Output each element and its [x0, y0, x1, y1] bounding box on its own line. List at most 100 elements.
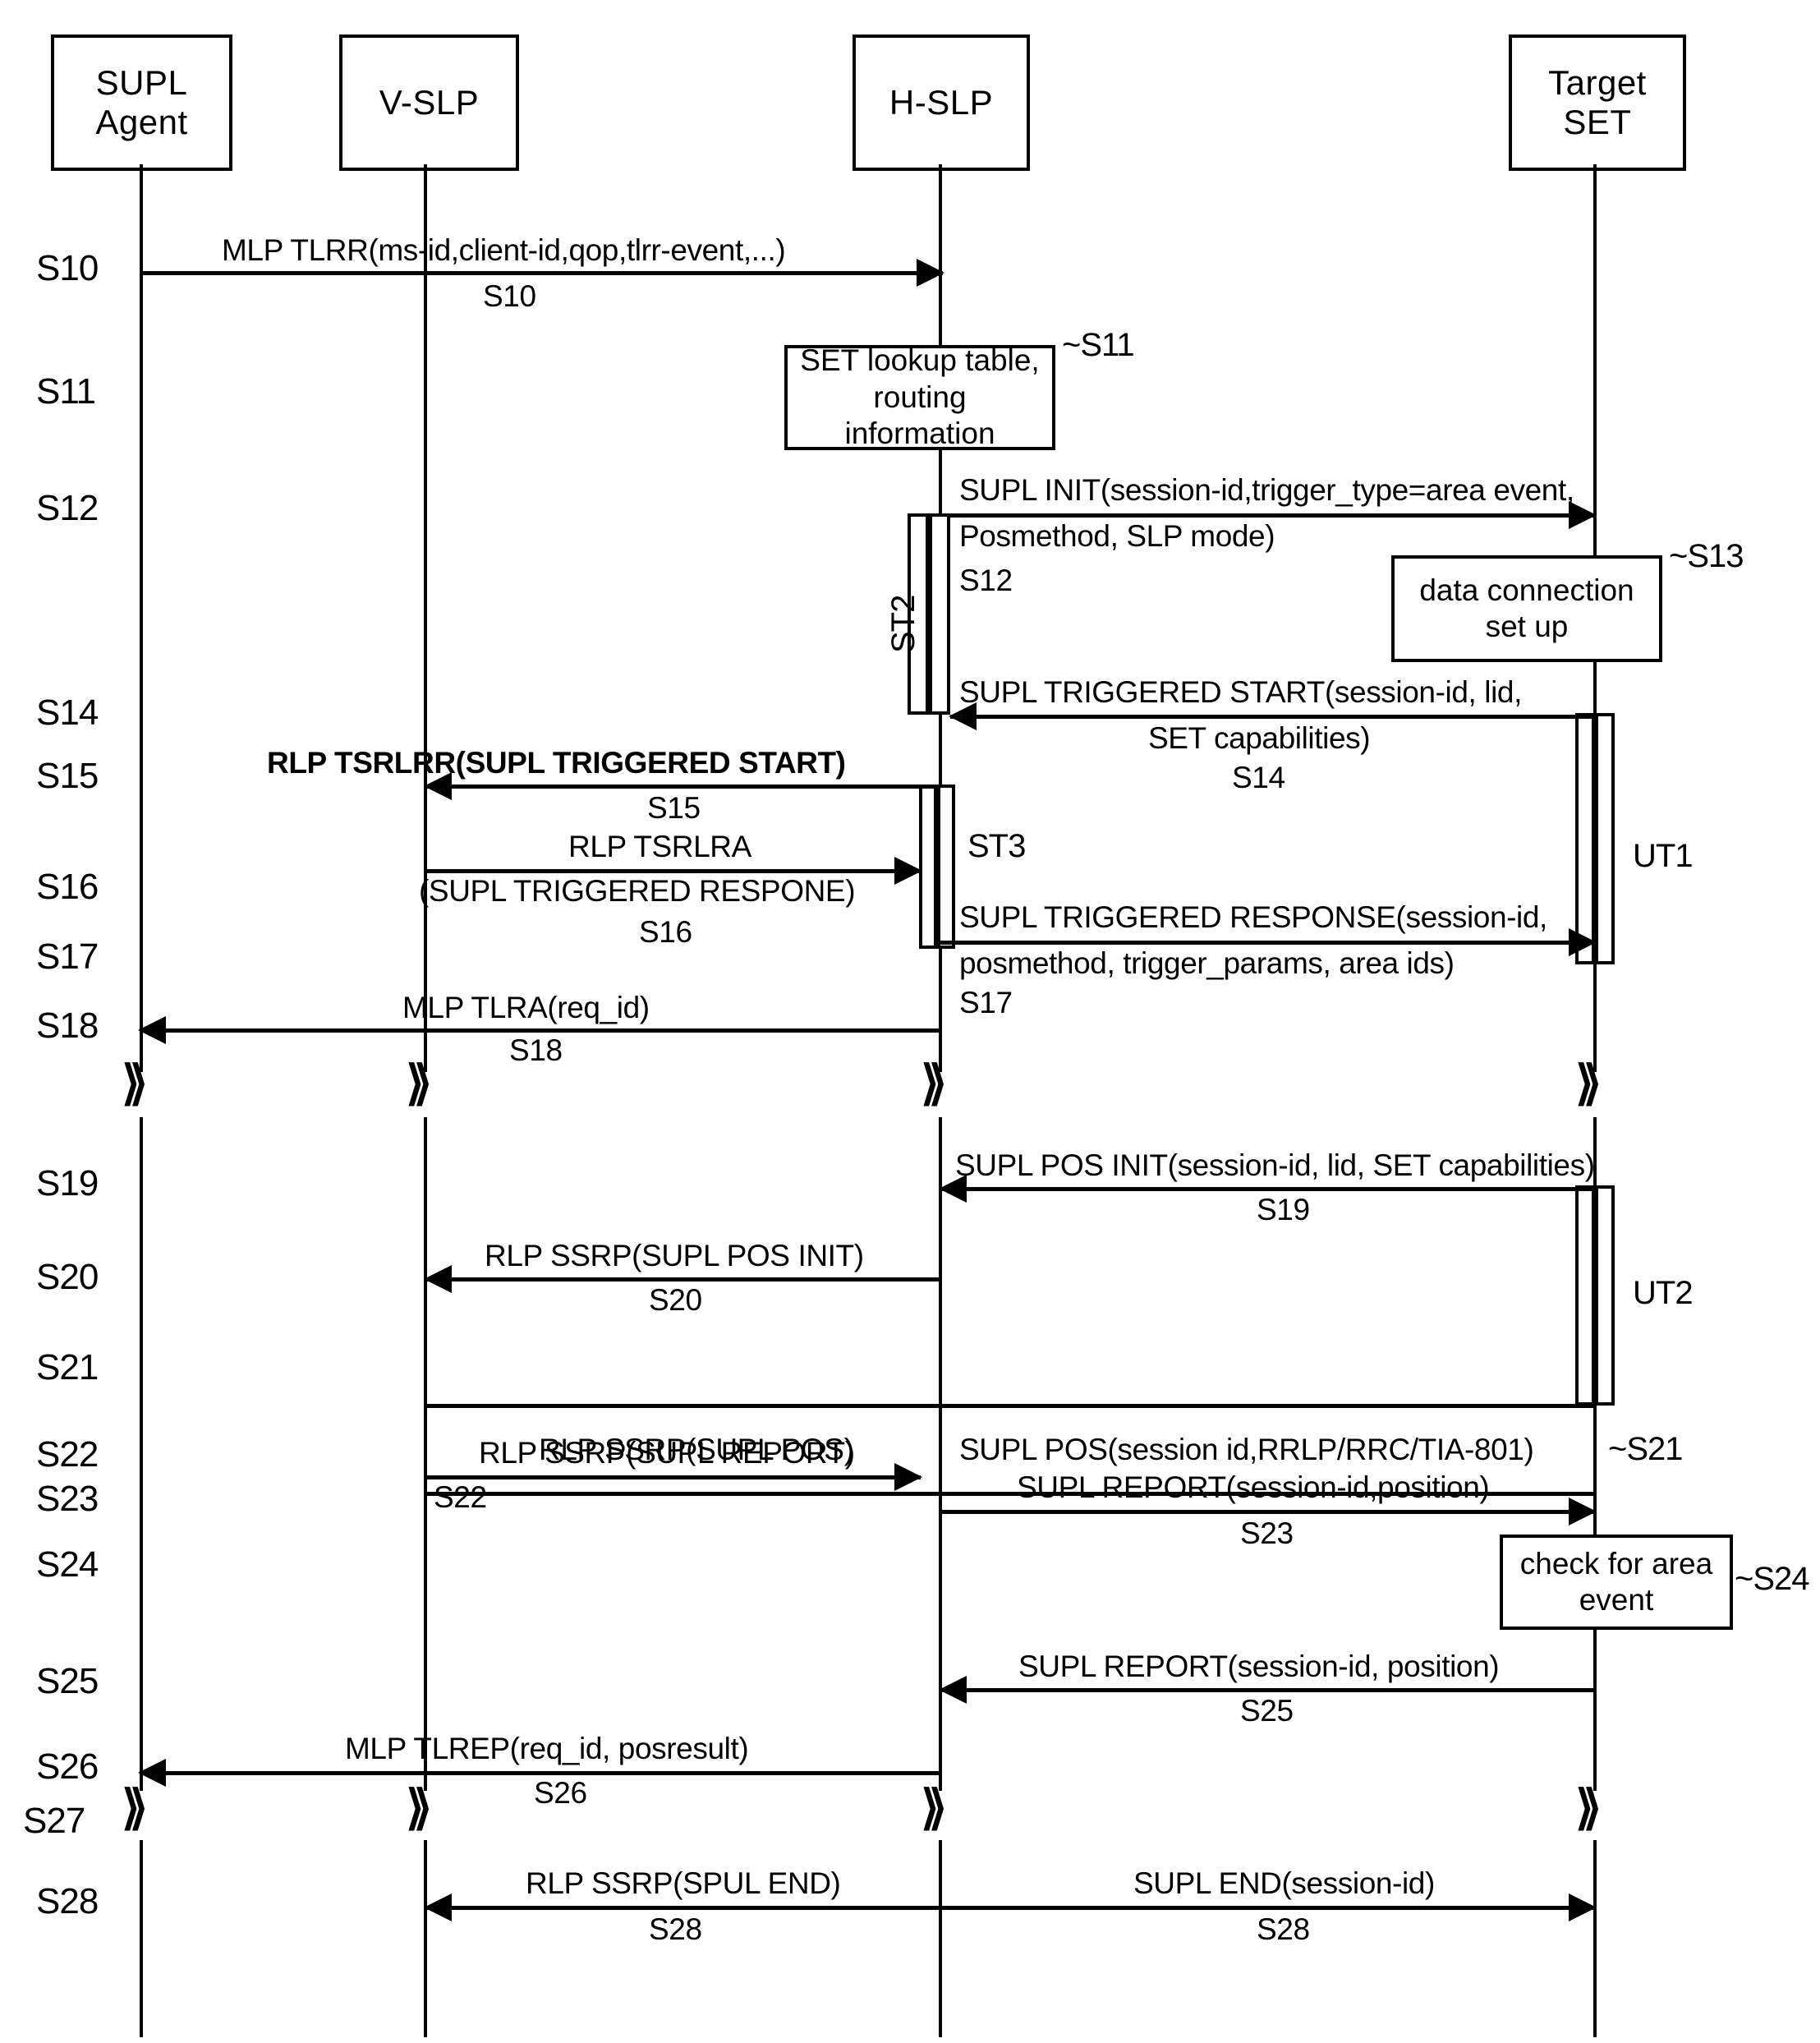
message-text-s10-tail: ,...)	[742, 233, 786, 267]
lane-header-h-slp: H-SLP	[853, 35, 1030, 171]
message-label-s15: RLP TSRLRR(SUPL TRIGGERED START)	[267, 746, 846, 780]
band-s21-right-edge	[1593, 1404, 1597, 1496]
message-label-s12-line1: SUPL INIT(session-id,trigger_type=area e…	[959, 473, 1574, 507]
note-tag-s11: ~S11	[1062, 327, 1135, 363]
message-label-s14-line1: SUPL TRIGGERED START(session-id, lid,	[959, 675, 1522, 709]
message-text-s10-bold: tlrr-event	[626, 233, 743, 267]
message-label-s16-line1: RLP TSRLRA	[568, 830, 751, 863]
note-line1-s24: check for area	[1519, 1546, 1713, 1581]
lane-header-supl-agent: SUPL Agent	[51, 35, 232, 171]
note-line1-s11: SET lookup table,	[800, 343, 1040, 378]
message-number-s17: S17	[959, 986, 1013, 1019]
note-line2-s13: set up	[1485, 610, 1569, 643]
message-label-s17-line1: SUPL TRIGGERED RESPONSE(session-id,	[959, 900, 1547, 934]
message-text-s17-c: )	[1444, 946, 1455, 980]
activation-ut2-outer	[1575, 1185, 1595, 1406]
step-label-s19: S19	[36, 1163, 99, 1203]
activation-st3-inner	[937, 785, 955, 949]
message-label-s20: RLP SSRP(SUPL POS INIT)	[485, 1239, 864, 1272]
message-number-s14: S14	[1232, 761, 1285, 794]
lane-label-v-slp: V-SLP	[379, 82, 480, 122]
message-label-s16-line2: (SUPL TRIGGERED RESPONE)	[419, 874, 856, 908]
lane-label-supl-agent-line2: Agent	[95, 103, 188, 141]
lifeline-v-slp	[424, 164, 427, 1072]
band-s21-mid-edge	[939, 1404, 942, 1496]
break-marker: ⟫	[122, 1781, 149, 1834]
step-label-s28: S28	[36, 1881, 99, 1921]
message-label-s21-right: SUPL POS(session id,RRLP/RRC/TIA-801)	[959, 1433, 1534, 1466]
message-number-s22: S22	[434, 1480, 487, 1514]
message-number-s28-left: S28	[649, 1912, 702, 1946]
note-line1-s13: data connection	[1419, 573, 1634, 607]
lane-label-supl-agent-line1: SUPL	[95, 62, 188, 102]
note-line2-s11: routing information	[844, 380, 995, 451]
tag-s21: ~S21	[1608, 1431, 1684, 1467]
activation-st2-inner	[929, 513, 950, 715]
step-label-s21: S21	[36, 1347, 99, 1387]
step-label-s14: S14	[36, 693, 99, 733]
step-label-s24: S24	[36, 1544, 99, 1585]
message-number-s16: S16	[639, 915, 692, 949]
step-label-s20: S20	[36, 1257, 99, 1297]
message-number-s18: S18	[509, 1033, 563, 1067]
sequence-diagram: SUPL Agent V-SLP H-SLP Target SET S10 S1…	[0, 0, 1820, 2043]
message-label-s12-line2: Posmethod, SLP mode)	[959, 519, 1275, 553]
step-label-s25: S25	[36, 1661, 99, 1701]
message-label-s14-line2: SET capabilities)	[1148, 721, 1371, 755]
message-number-s23: S23	[1240, 1516, 1294, 1550]
note-tag-s24: ~S24	[1735, 1561, 1810, 1597]
step-label-s18: S18	[36, 1005, 99, 1046]
activation-label-ut1: UT1	[1633, 838, 1694, 874]
message-text-s12-d: Posmethod,	[959, 519, 1127, 553]
message-text-s12-bold: trigger_type=area event	[1252, 473, 1566, 507]
lane-header-v-slp: V-SLP	[339, 35, 519, 171]
message-label-s19: SUPL POS INIT(session-id, lid, SET capab…	[955, 1148, 1595, 1182]
message-label-s22: RLP SSRP(SUPL REPORT)	[479, 1436, 855, 1470]
message-number-s10: S10	[483, 279, 536, 313]
lifeline-supl-agent	[140, 1117, 143, 1791]
activation-ut1-outer	[1575, 713, 1595, 964]
step-label-s23: S23	[36, 1479, 99, 1519]
message-number-s26: S26	[534, 1776, 587, 1810]
message-number-s28-right: S28	[1257, 1912, 1310, 1946]
note-check-for-area-event: check for area event	[1500, 1535, 1733, 1630]
step-label-s11: S11	[36, 371, 96, 412]
message-label-s25: SUPL REPORT(session-id, position)	[1018, 1650, 1500, 1683]
step-label-s17: S17	[36, 936, 99, 977]
message-text-s12-a: SUPL INIT(session-id,	[959, 473, 1252, 507]
message-text-s10: MLP TLRR(ms-id,client-id,qop,	[222, 233, 627, 267]
step-label-s22: S22	[36, 1434, 99, 1475]
lane-label-target-set-line2: SET	[1563, 103, 1632, 141]
step-label-s26: S26	[36, 1746, 99, 1787]
message-number-s12: S12	[959, 564, 1013, 597]
lifeline-supl-agent	[140, 164, 143, 1072]
lifeline-target-set	[1593, 1840, 1597, 2037]
note-data-connection-setup: data connection set up	[1391, 555, 1662, 662]
break-marker: ⟫	[406, 1056, 433, 1110]
message-text-s12-bold2: SLP mode	[1126, 519, 1266, 553]
step-label-s12: S12	[36, 488, 99, 528]
lane-label-target-set-line1: Target	[1548, 62, 1647, 102]
step-label-s27: S27	[23, 1801, 85, 1841]
activation-ut1-inner	[1595, 713, 1615, 964]
message-number-s15: S15	[647, 791, 701, 825]
lane-header-target-set: Target SET	[1509, 35, 1686, 171]
message-label-s28-left: RLP SSRP(SPUL END)	[526, 1866, 841, 1900]
message-label-s26: MLP TLREP(req_id, posresult)	[345, 1732, 749, 1765]
lifeline-supl-agent	[140, 1840, 143, 2037]
message-number-s25: S25	[1240, 1694, 1294, 1728]
message-label-s23: SUPL REPORT(session-id,position)	[1017, 1470, 1490, 1504]
note-tag-s13: ~S13	[1669, 538, 1744, 574]
activation-label-st3: ST3	[967, 828, 1026, 864]
break-marker: ⟫	[406, 1781, 433, 1834]
activation-label-ut2: UT2	[1633, 1275, 1694, 1311]
message-label-s28-right: SUPL END(session-id)	[1133, 1866, 1435, 1900]
message-label-s10: MLP TLRR(ms-id,client-id,qop,tlrr-event,…	[222, 233, 786, 267]
note-line2-s24: event	[1579, 1583, 1654, 1617]
break-marker: ⟫	[921, 1781, 948, 1834]
step-label-s16: S16	[36, 867, 99, 907]
break-marker: ⟫	[1575, 1056, 1602, 1110]
message-number-s20: S20	[649, 1283, 702, 1317]
break-marker: ⟫	[1575, 1781, 1602, 1834]
message-text-s17-a: posmethod,	[959, 946, 1124, 980]
